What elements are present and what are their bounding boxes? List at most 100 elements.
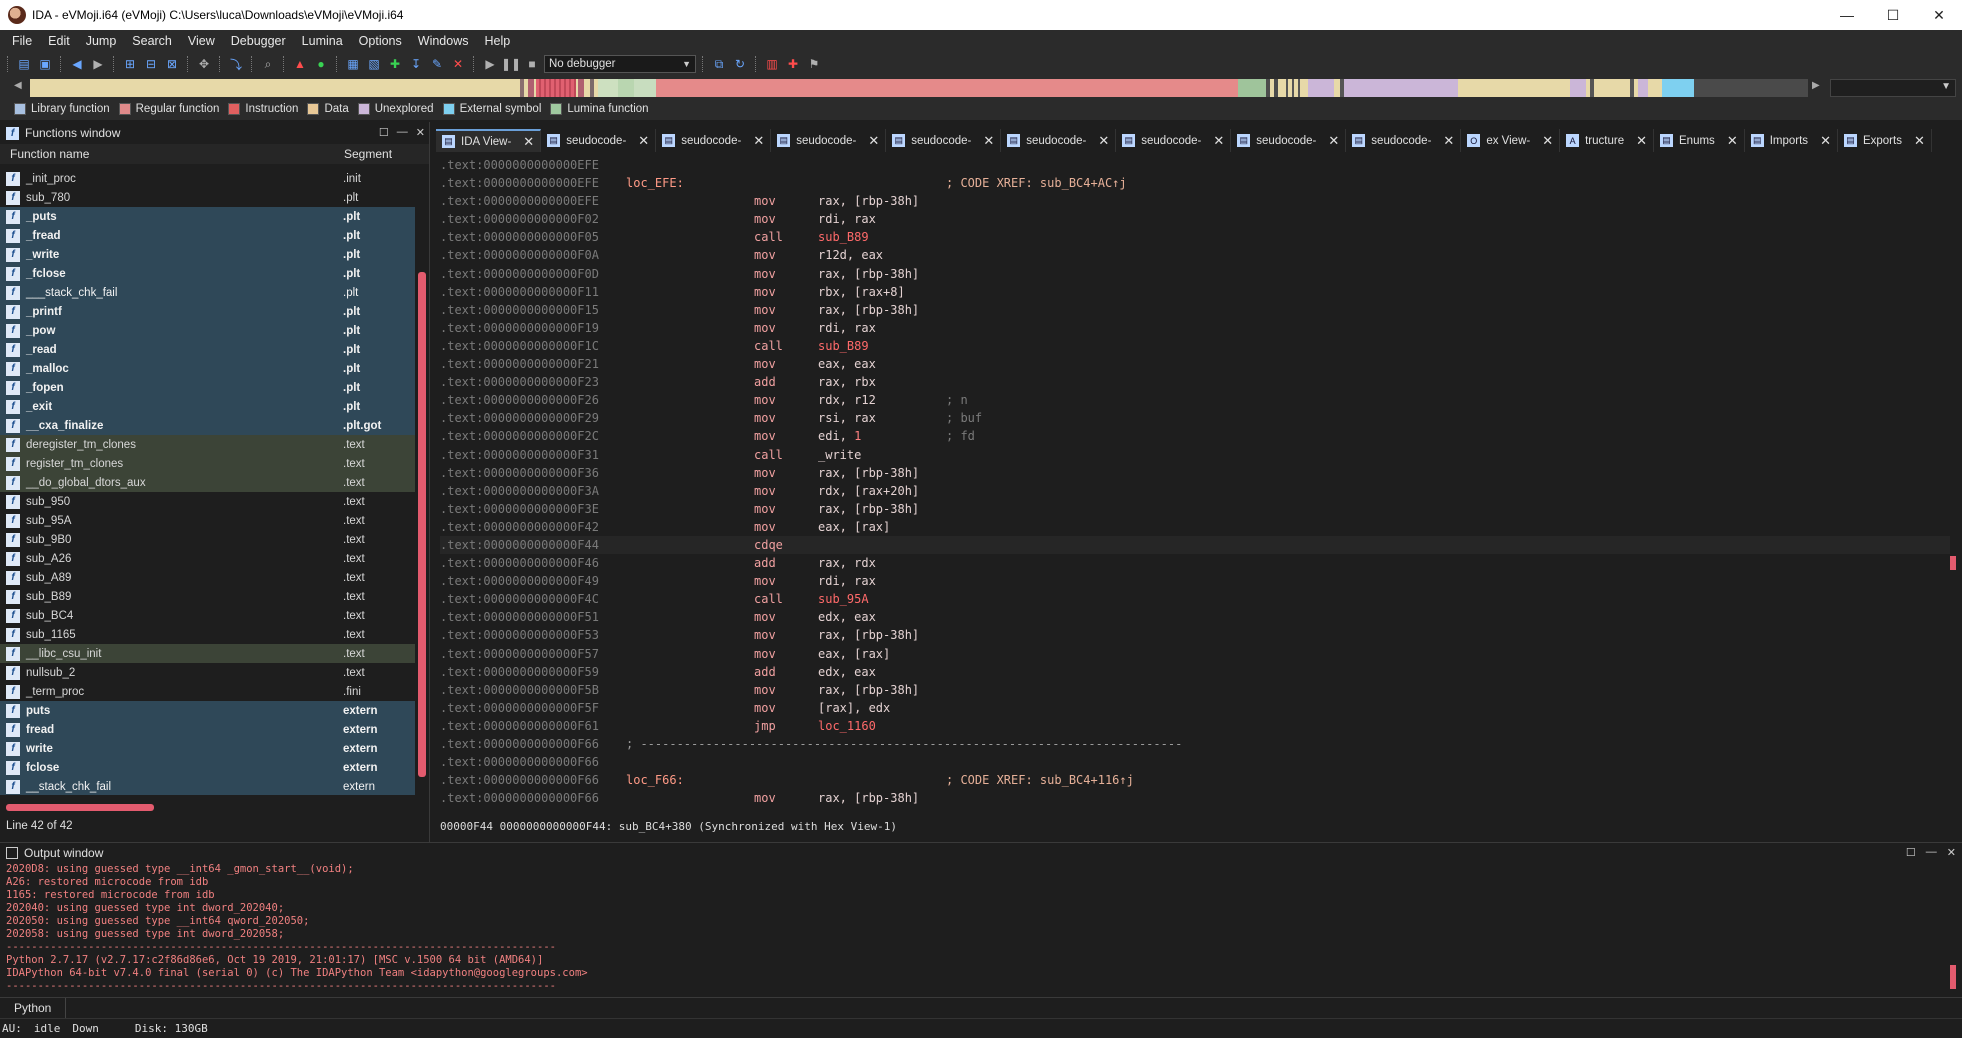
close-window-button[interactable]: ✕ — [1916, 0, 1962, 30]
function-row[interactable]: f sub_A26 .text — [0, 549, 415, 568]
close-tab-icon[interactable]: ✕ — [1636, 133, 1647, 149]
tab-imports[interactable]: ▤ Imports ✕ — [1745, 129, 1838, 152]
close-panel-icon[interactable]: ✕ — [1947, 846, 1956, 859]
function-row[interactable]: f _term_proc .fini — [0, 682, 415, 701]
close-panel-icon[interactable]: ✕ — [416, 126, 425, 139]
function-row[interactable]: f fread extern — [0, 720, 415, 739]
code-icon[interactable]: ▦ — [344, 55, 362, 73]
disasm-line[interactable]: .text:0000000000000F0D mov rax, [rbp-38h] — [440, 265, 1950, 283]
function-row[interactable]: f fclose extern — [0, 758, 415, 777]
immediate-search-icon[interactable]: ⊠ — [163, 55, 181, 73]
tab-pseudocode[interactable]: ▤ seudocode- ✕ — [771, 129, 887, 152]
disasm-line[interactable]: .text:0000000000000F66 — [440, 753, 1950, 771]
function-row[interactable]: f _printf .plt — [0, 302, 415, 321]
function-row[interactable]: f _fclose .plt — [0, 264, 415, 283]
disasm-label[interactable]: loc_F66: — [626, 771, 684, 789]
breakpoint-list-icon[interactable]: ▥ — [763, 55, 781, 73]
disasm-line[interactable]: .text:0000000000000F11 mov rbx, [rax+8] — [440, 283, 1950, 301]
play-icon[interactable]: ▶ — [481, 55, 499, 73]
function-row[interactable]: f deregister_tm_clones .text — [0, 435, 415, 454]
function-row[interactable]: f sub_9B0 .text — [0, 530, 415, 549]
array-icon[interactable]: ↧ — [407, 55, 425, 73]
text-search-icon[interactable]: ⊟ — [142, 55, 160, 73]
disasm-line[interactable]: .text:0000000000000F31 call _write — [440, 446, 1950, 464]
graph-icon[interactable]: ✥ — [195, 55, 213, 73]
jump-icon[interactable]: ⤵ — [227, 55, 245, 73]
add-breakpoint-icon[interactable]: ✚ — [784, 55, 802, 73]
menu-view[interactable]: View — [180, 34, 223, 48]
disasm-line[interactable]: .text:0000000000000F66 loc_F66: ; CODE XRE… — [440, 771, 1950, 789]
disasm-line[interactable]: .text:0000000000000F42 mov eax, [rax] — [440, 518, 1950, 536]
disasm-line[interactable]: .text:0000000000000F49 mov rdi, rax — [440, 572, 1950, 590]
maximize-button[interactable]: ☐ — [1870, 0, 1916, 30]
disasm-code-ref[interactable]: loc_1160 — [818, 719, 876, 733]
close-tab-icon[interactable]: ✕ — [1213, 133, 1224, 149]
disasm-line[interactable]: .text:0000000000000F44 cdqe — [440, 535, 1950, 555]
python-command-input[interactable] — [66, 998, 1962, 1017]
function-row[interactable]: f ___stack_chk_fail .plt — [0, 283, 415, 302]
function-row[interactable]: f __stack_chk_fail extern — [0, 777, 415, 795]
navigation-strip[interactable] — [30, 79, 1808, 97]
disasm-code-ref[interactable]: sub_B89 — [818, 230, 869, 244]
function-row[interactable]: f _write .plt — [0, 245, 415, 264]
menu-lumina[interactable]: Lumina — [294, 34, 351, 48]
float-panel-icon[interactable]: ☐ — [1906, 846, 1916, 859]
undefine-icon[interactable]: ▲ — [291, 55, 309, 73]
function-row[interactable]: f __do_global_dtors_aux .text — [0, 473, 415, 492]
disasm-line[interactable]: .text:0000000000000F23 add rax, rbx — [440, 373, 1950, 391]
function-row[interactable]: f sub_1165 .text — [0, 625, 415, 644]
disasm-line[interactable]: .text:0000000000000F3E mov rax, [rbp-38h] — [440, 500, 1950, 518]
disasm-line[interactable]: .text:0000000000000F51 mov edx, eax — [440, 608, 1950, 626]
disasm-line[interactable]: .text:0000000000000F66 mov rax, [rbp-38h] — [440, 789, 1950, 806]
close-tab-icon[interactable]: ✕ — [1328, 133, 1339, 149]
close-tab-icon[interactable]: ✕ — [523, 134, 534, 150]
function-row[interactable]: f sub_BC4 .text — [0, 606, 415, 625]
function-row[interactable]: f __libc_csu_init .text — [0, 644, 415, 663]
disasm-code-ref[interactable]: sub_95A — [818, 592, 869, 606]
disasm-line[interactable]: .text:0000000000000F5F mov [rax], edx — [440, 699, 1950, 717]
python-language-button[interactable]: Python — [0, 997, 67, 1018]
function-row[interactable]: f sub_B89 .text — [0, 587, 415, 606]
disasm-line[interactable]: .text:0000000000000EFE — [440, 156, 1950, 174]
disasm-line[interactable]: .text:0000000000000F05 call sub_B89 — [440, 228, 1950, 246]
refresh-icon[interactable]: ↻ — [731, 55, 749, 73]
disasm-line[interactable]: .text:0000000000000F26 mov rdx, r12 ; n — [440, 391, 1950, 409]
back-icon[interactable]: ◀ — [68, 55, 86, 73]
disasm-line[interactable]: .text:0000000000000F15 mov rax, [rbp-38h] — [440, 301, 1950, 319]
disasm-line[interactable]: .text:0000000000000EFE mov rax, [rbp-38h] — [440, 192, 1950, 210]
nav-left-icon[interactable]: ◀ — [14, 80, 22, 91]
minimize-button[interactable]: — — [1824, 0, 1870, 30]
disasm-line[interactable]: .text:0000000000000F2C mov edi, 1 ; fd — [440, 427, 1950, 445]
tab-structure[interactable]: Atructure ✕ — [1560, 129, 1655, 152]
tab-disasm[interactable]: ▤ IDA View- ✕ — [436, 129, 542, 152]
function-row[interactable]: f _read .plt — [0, 340, 415, 359]
function-row[interactable]: f sub_A89 .text — [0, 568, 415, 587]
function-row[interactable]: f write extern — [0, 739, 415, 758]
function-row[interactable]: f _init_proc .init — [0, 169, 415, 188]
disasm-line[interactable]: .text:0000000000000F66 ; ----------------… — [440, 735, 1950, 753]
close-tab-icon[interactable]: ✕ — [868, 133, 879, 149]
menu-edit[interactable]: Edit — [40, 34, 78, 48]
function-row[interactable]: f register_tm_clones .text — [0, 454, 415, 473]
menu-jump[interactable]: Jump — [78, 34, 125, 48]
function-row[interactable]: f _malloc .plt — [0, 359, 415, 378]
stop-icon[interactable]: ■ — [523, 55, 541, 73]
tracing-icon[interactable]: ⚑ — [805, 55, 823, 73]
disasm-xref-comment[interactable]: ; CODE XREF: sub_BC4+AC↑j — [946, 174, 1127, 192]
functions-horizontal-scrollbar[interactable] — [6, 804, 154, 811]
disasm-label[interactable]: loc_EFE: — [626, 174, 684, 192]
nav-right-icon[interactable]: ▶ — [1812, 80, 1820, 91]
close-tab-icon[interactable]: ✕ — [1098, 133, 1109, 149]
menu-search[interactable]: Search — [124, 34, 180, 48]
disasm-line[interactable]: .text:0000000000000F5B mov rax, [rbp-38h] — [440, 681, 1950, 699]
function-row[interactable]: f _fopen .plt — [0, 378, 415, 397]
disasm-line[interactable]: .text:0000000000000F61 jmp loc_1160 — [440, 717, 1950, 735]
disasm-line[interactable]: .text:0000000000000F1C call sub_B89 — [440, 337, 1950, 355]
column-segment[interactable]: Segment — [340, 147, 392, 161]
close-tab-icon[interactable]: ✕ — [1727, 133, 1738, 149]
menu-debugger[interactable]: Debugger — [223, 34, 294, 48]
function-row[interactable]: f sub_95A .text — [0, 511, 415, 530]
run-script-icon[interactable]: ● — [312, 55, 330, 73]
disasm-line[interactable]: .text:0000000000000F46 add rax, rdx — [440, 554, 1950, 572]
disasm-line[interactable]: .text:0000000000000F3A mov rdx, [rax+20h] — [440, 482, 1950, 500]
